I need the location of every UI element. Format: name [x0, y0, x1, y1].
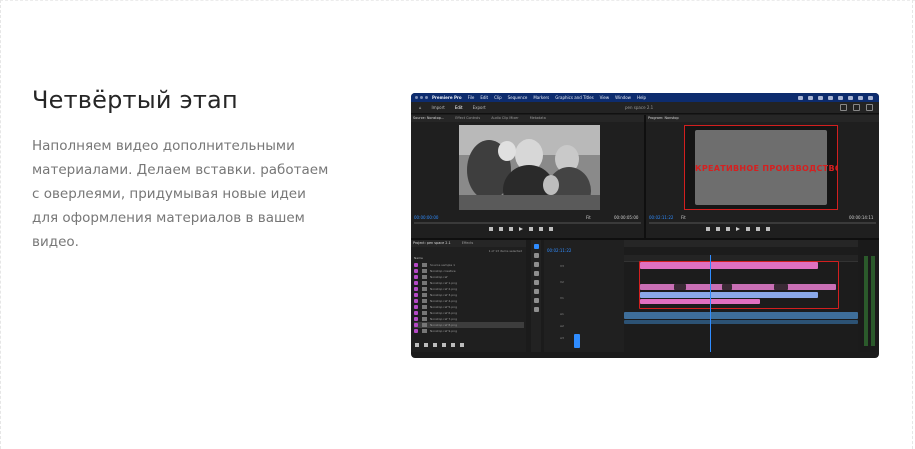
source-transport — [489, 227, 553, 231]
menu-graphics: Graphics and Titles — [555, 95, 594, 100]
menu-sequence: Sequence — [507, 95, 528, 100]
project-name: pen space 2.1 — [625, 105, 654, 110]
app-name: Premiere Pro — [432, 95, 462, 100]
source-duration: 00:00:05:00 — [614, 215, 639, 220]
tab-effect-controls: Effect Controls — [455, 116, 481, 120]
clip-v2-dark — [774, 284, 788, 290]
program-frame: КРЕАТИВНОЕ ПРОИЗВОДСТВО — [684, 125, 838, 210]
track-v1: V1 — [560, 296, 564, 300]
project-tabs: Project: pen space 2.1 Effects — [411, 240, 526, 247]
section-title: Четвёртый этап — [32, 86, 238, 114]
clip-v2-inserts — [640, 284, 836, 290]
menu-file: File — [467, 95, 475, 100]
source-fit: Fit — [586, 215, 591, 220]
editor-toolbar: ⌂ Import Edit Export pen space 2.1 — [411, 102, 879, 114]
source-monitor: Source: Nonstop... Effect Controls Audio… — [411, 115, 644, 238]
menu-markers: Markers — [533, 95, 550, 100]
clip-audio-1 — [624, 312, 858, 319]
clip-audio-2 — [624, 320, 858, 324]
program-tabs: Program: Nonstop — [646, 115, 879, 122]
program-monitor: Program: Nonstop КРЕАТИВНОЕ ПРОИЗВОДСТВО… — [646, 115, 879, 238]
home-icon: ⌂ — [419, 105, 422, 110]
track-select-icon — [533, 253, 539, 258]
page-right-border — [912, 0, 913, 449]
bin-item: Nonstop ref 9.png — [414, 328, 524, 334]
clip-v2-dark — [674, 284, 686, 290]
program-fit: Fit — [681, 215, 686, 220]
active-track-marker — [574, 334, 580, 348]
clip-v2-dark — [722, 284, 732, 290]
track-v3: V3 — [560, 264, 564, 268]
razor-icon — [533, 271, 539, 276]
tab-project: Project: pen space 2.1 — [413, 241, 451, 245]
menu-help: Help — [636, 95, 647, 100]
bin-header: Name — [414, 256, 423, 260]
timeline-panel: Nonstop Sequence 00:02:11:22 V3 V2 V1 A1… — [544, 240, 858, 352]
tools-panel — [531, 240, 541, 352]
clip-v1-pink — [640, 299, 760, 304]
playhead — [710, 255, 711, 352]
menu-edit: Edit — [480, 95, 489, 100]
workspace-icons — [840, 104, 873, 111]
source-tabs: Source: Nonstop... Effect Controls Audio… — [411, 115, 644, 122]
tab-effects: Effects — [461, 241, 474, 245]
source-frame-photo — [459, 125, 600, 210]
tab-metadata: Metadata — [529, 116, 546, 120]
track-a2: A2 — [560, 324, 564, 328]
program-duration: 00:00:14:11 — [849, 215, 874, 220]
window-controls — [415, 96, 428, 99]
audio-meters — [860, 240, 879, 352]
editor-screenshot: Premiere Pro File Edit Clip Sequence Mar… — [411, 93, 879, 358]
program-transport — [706, 227, 770, 231]
program-overlay-title: КРЕАТИВНОЕ ПРОИЗВОДСТВО — [695, 164, 838, 173]
hand-icon — [533, 298, 539, 303]
menu-clip: Clip — [494, 95, 502, 100]
menu-window: Window — [615, 95, 631, 100]
tab-source: Source: Nonstop... — [413, 116, 445, 120]
status-icons — [798, 95, 873, 100]
project-footer-icons — [415, 343, 464, 347]
track-v2: V2 — [560, 280, 564, 284]
source-scrubber — [414, 222, 641, 224]
track-a1: A1 — [560, 312, 564, 316]
type-icon — [533, 307, 539, 312]
items-count: 1 of 13 items selected — [488, 249, 522, 253]
track-headers: 00:02:11:22 V3 V2 V1 A1 A2 A3 — [544, 240, 624, 352]
section-description: Наполняем видео дополнительными материал… — [32, 138, 329, 250]
tab-program: Program: Nonstop — [648, 116, 679, 120]
tab-export: Export — [472, 105, 486, 110]
program-timecode: 00:02:11:22 — [649, 215, 674, 220]
page-left-border — [0, 0, 1, 449]
editor-menubar: Premiere Pro File Edit Clip Sequence Mar… — [411, 93, 879, 102]
project-panel: Project: pen space 2.1 Effects 1 of 13 i… — [411, 240, 526, 352]
selection-tool-icon — [533, 244, 539, 249]
menu-view: View — [599, 95, 610, 100]
tab-import: Import — [431, 105, 445, 110]
page-top-border — [0, 0, 915, 1]
tab-audio-mixer: Audio Clip Mixer — [491, 116, 519, 120]
pen-icon — [533, 289, 539, 294]
ripple-edit-icon — [533, 262, 539, 267]
source-timecode: 00:00:00:00 — [414, 215, 439, 220]
track-a3: A3 — [560, 336, 564, 340]
clip-v1-blue — [640, 292, 818, 298]
tab-edit: Edit — [454, 105, 463, 110]
program-scrubber — [649, 222, 876, 224]
timeline-timecode: 00:02:11:22 — [547, 248, 572, 253]
slip-icon — [533, 280, 539, 285]
